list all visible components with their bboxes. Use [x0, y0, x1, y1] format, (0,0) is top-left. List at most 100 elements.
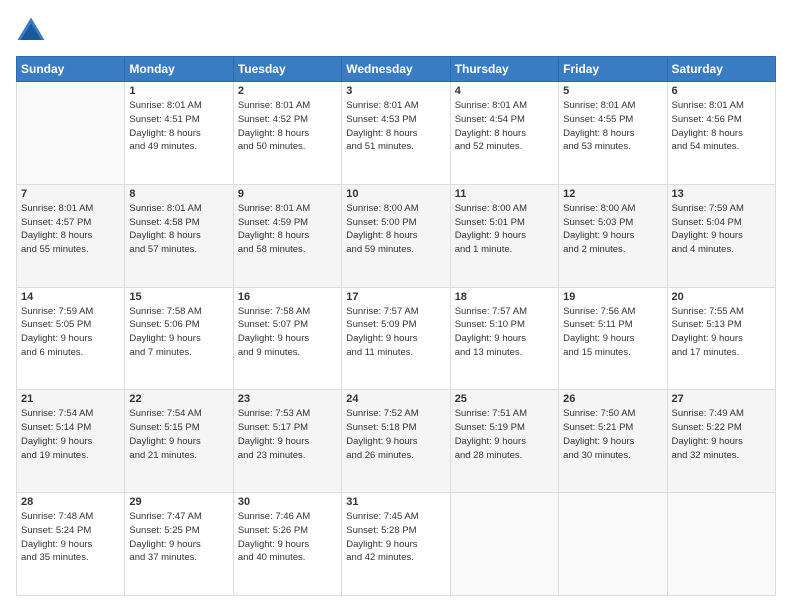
- calendar-day-header: Thursday: [450, 57, 558, 82]
- calendar-cell: 8 Sunrise: 8:01 AM Sunset: 4:58 PM Daylig…: [125, 184, 233, 287]
- day-info: Sunrise: 8:01 AM Sunset: 4:52 PM Dayligh…: [238, 99, 337, 154]
- day-number: 17: [346, 291, 445, 303]
- day-info: Sunrise: 8:00 AM Sunset: 5:03 PM Dayligh…: [563, 202, 662, 257]
- calendar-week-row: 21 Sunrise: 7:54 AM Sunset: 5:14 PM Dayli…: [17, 390, 776, 493]
- day-info: Sunrise: 8:01 AM Sunset: 4:54 PM Dayligh…: [455, 99, 554, 154]
- day-number: 7: [21, 188, 120, 200]
- day-number: 23: [238, 393, 337, 405]
- day-info: Sunrise: 7:58 AM Sunset: 5:07 PM Dayligh…: [238, 305, 337, 360]
- calendar-cell: 30 Sunrise: 7:46 AM Sunset: 5:26 PM Dayli…: [233, 493, 341, 596]
- day-number: 21: [21, 393, 120, 405]
- calendar-cell: 14Sunrise: 7:59 AM Sunset: 5:05 PM Dayli…: [17, 287, 125, 390]
- calendar-cell: 9 Sunrise: 8:01 AM Sunset: 4:59 PM Daylig…: [233, 184, 341, 287]
- day-number: 12: [563, 188, 662, 200]
- calendar-cell: 6 Sunrise: 8:01 AM Sunset: 4:56 PM Daylig…: [667, 82, 775, 185]
- day-info: Sunrise: 8:01 AM Sunset: 4:53 PM Dayligh…: [346, 99, 445, 154]
- day-number: 9: [238, 188, 337, 200]
- day-number: 15: [129, 291, 228, 303]
- day-info: Sunrise: 7:53 AM Sunset: 5:17 PM Dayligh…: [238, 407, 337, 462]
- day-number: 28: [21, 496, 120, 508]
- calendar-day-header: Monday: [125, 57, 233, 82]
- day-info: Sunrise: 7:48 AM Sunset: 5:24 PM Dayligh…: [21, 510, 120, 565]
- calendar-cell: 24Sunrise: 7:52 AM Sunset: 5:18 PM Dayli…: [342, 390, 450, 493]
- calendar-cell: 13Sunrise: 7:59 AM Sunset: 5:04 PM Dayli…: [667, 184, 775, 287]
- calendar-cell: 28 Sunrise: 7:48 AM Sunset: 5:24 PM Dayli…: [17, 493, 125, 596]
- calendar-cell: 21 Sunrise: 7:54 AM Sunset: 5:14 PM Dayli…: [17, 390, 125, 493]
- calendar-week-row: 28 Sunrise: 7:48 AM Sunset: 5:24 PM Dayli…: [17, 493, 776, 596]
- calendar-cell: 26 Sunrise: 7:50 AM Sunset: 5:21 PM Dayli…: [559, 390, 667, 493]
- calendar-day-header: Wednesday: [342, 57, 450, 82]
- calendar-cell: 10 Sunrise: 8:00 AM Sunset: 5:00 PM Dayli…: [342, 184, 450, 287]
- calendar-cell: [17, 82, 125, 185]
- calendar-cell: 22 Sunrise: 7:54 AM Sunset: 5:15 PM Dayli…: [125, 390, 233, 493]
- calendar-cell: 25 Sunrise: 7:51 AM Sunset: 5:19 PM Dayli…: [450, 390, 558, 493]
- calendar-cell: 4 Sunrise: 8:01 AM Sunset: 4:54 PM Daylig…: [450, 82, 558, 185]
- calendar-cell: 15 Sunrise: 7:58 AM Sunset: 5:06 PM Dayli…: [125, 287, 233, 390]
- day-number: 27: [672, 393, 771, 405]
- day-number: 6: [672, 85, 771, 97]
- day-number: 18: [455, 291, 554, 303]
- day-number: 19: [563, 291, 662, 303]
- day-number: 8: [129, 188, 228, 200]
- logo-icon: [16, 16, 46, 46]
- logo: [16, 16, 48, 46]
- calendar-cell: 11Sunrise: 8:00 AM Sunset: 5:01 PM Dayli…: [450, 184, 558, 287]
- day-info: Sunrise: 8:01 AM Sunset: 4:56 PM Dayligh…: [672, 99, 771, 154]
- day-number: 2: [238, 85, 337, 97]
- day-number: 16: [238, 291, 337, 303]
- day-info: Sunrise: 7:55 AM Sunset: 5:13 PM Dayligh…: [672, 305, 771, 360]
- calendar-cell: 5Sunrise: 8:01 AM Sunset: 4:55 PM Daylig…: [559, 82, 667, 185]
- day-number: 10: [346, 188, 445, 200]
- day-info: Sunrise: 7:57 AM Sunset: 5:09 PM Dayligh…: [346, 305, 445, 360]
- day-info: Sunrise: 7:49 AM Sunset: 5:22 PM Dayligh…: [672, 407, 771, 462]
- day-number: 22: [129, 393, 228, 405]
- day-number: 14: [21, 291, 120, 303]
- calendar-cell: 19 Sunrise: 7:56 AM Sunset: 5:11 PM Dayli…: [559, 287, 667, 390]
- calendar-table: SundayMondayTuesdayWednesdayThursdayFrid…: [16, 56, 776, 596]
- calendar-day-header: Saturday: [667, 57, 775, 82]
- calendar-week-row: 1 Sunrise: 8:01 AM Sunset: 4:51 PM Daylig…: [17, 82, 776, 185]
- day-info: Sunrise: 8:00 AM Sunset: 5:00 PM Dayligh…: [346, 202, 445, 257]
- day-number: 31: [346, 496, 445, 508]
- day-number: 29: [129, 496, 228, 508]
- day-info: Sunrise: 7:47 AM Sunset: 5:25 PM Dayligh…: [129, 510, 228, 565]
- calendar-cell: 3 Sunrise: 8:01 AM Sunset: 4:53 PM Daylig…: [342, 82, 450, 185]
- day-info: Sunrise: 7:50 AM Sunset: 5:21 PM Dayligh…: [563, 407, 662, 462]
- calendar-cell: 16 Sunrise: 7:58 AM Sunset: 5:07 PM Dayli…: [233, 287, 341, 390]
- calendar-cell: [667, 493, 775, 596]
- calendar-cell: 2 Sunrise: 8:01 AM Sunset: 4:52 PM Daylig…: [233, 82, 341, 185]
- day-number: 25: [455, 393, 554, 405]
- day-info: Sunrise: 7:54 AM Sunset: 5:14 PM Dayligh…: [21, 407, 120, 462]
- day-info: Sunrise: 7:45 AM Sunset: 5:28 PM Dayligh…: [346, 510, 445, 565]
- calendar-week-row: 14Sunrise: 7:59 AM Sunset: 5:05 PM Dayli…: [17, 287, 776, 390]
- day-number: 13: [672, 188, 771, 200]
- calendar-cell: 29 Sunrise: 7:47 AM Sunset: 5:25 PM Dayli…: [125, 493, 233, 596]
- day-number: 11: [455, 188, 554, 200]
- day-info: Sunrise: 7:56 AM Sunset: 5:11 PM Dayligh…: [563, 305, 662, 360]
- calendar-header-row: SundayMondayTuesdayWednesdayThursdayFrid…: [17, 57, 776, 82]
- day-number: 30: [238, 496, 337, 508]
- header: [16, 16, 776, 46]
- day-info: Sunrise: 8:01 AM Sunset: 4:55 PM Dayligh…: [563, 99, 662, 154]
- calendar-cell: 17 Sunrise: 7:57 AM Sunset: 5:09 PM Dayli…: [342, 287, 450, 390]
- day-number: 1: [129, 85, 228, 97]
- day-number: 3: [346, 85, 445, 97]
- day-info: Sunrise: 8:01 AM Sunset: 4:51 PM Dayligh…: [129, 99, 228, 154]
- calendar-cell: 27 Sunrise: 7:49 AM Sunset: 5:22 PM Dayli…: [667, 390, 775, 493]
- day-number: 26: [563, 393, 662, 405]
- day-info: Sunrise: 8:01 AM Sunset: 4:59 PM Dayligh…: [238, 202, 337, 257]
- calendar-cell: 7 Sunrise: 8:01 AM Sunset: 4:57 PM Daylig…: [17, 184, 125, 287]
- day-info: Sunrise: 7:54 AM Sunset: 5:15 PM Dayligh…: [129, 407, 228, 462]
- calendar-cell: 20Sunrise: 7:55 AM Sunset: 5:13 PM Dayli…: [667, 287, 775, 390]
- day-info: Sunrise: 7:58 AM Sunset: 5:06 PM Dayligh…: [129, 305, 228, 360]
- calendar-cell: [559, 493, 667, 596]
- calendar-cell: 31 Sunrise: 7:45 AM Sunset: 5:28 PM Dayli…: [342, 493, 450, 596]
- calendar-cell: 18Sunrise: 7:57 AM Sunset: 5:10 PM Dayli…: [450, 287, 558, 390]
- day-info: Sunrise: 8:01 AM Sunset: 4:58 PM Dayligh…: [129, 202, 228, 257]
- day-info: Sunrise: 8:01 AM Sunset: 4:57 PM Dayligh…: [21, 202, 120, 257]
- day-info: Sunrise: 7:46 AM Sunset: 5:26 PM Dayligh…: [238, 510, 337, 565]
- day-number: 24: [346, 393, 445, 405]
- day-number: 4: [455, 85, 554, 97]
- day-info: Sunrise: 7:51 AM Sunset: 5:19 PM Dayligh…: [455, 407, 554, 462]
- calendar-day-header: Friday: [559, 57, 667, 82]
